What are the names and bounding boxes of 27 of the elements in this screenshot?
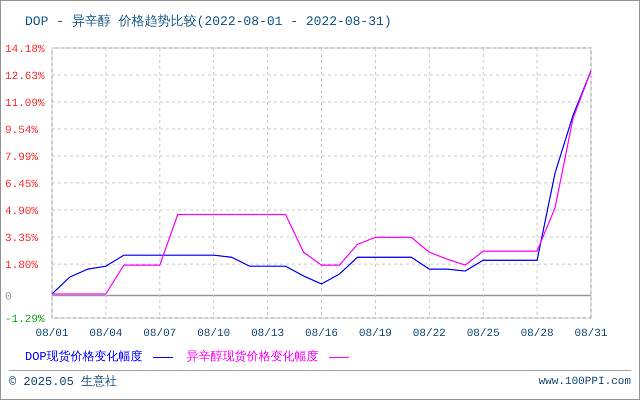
y-axis-label: 12.63% [5,71,45,84]
x-axis-label: 08/10 [197,328,230,340]
x-axis-label: 08/16 [305,328,338,340]
x-axis-label: 08/04 [89,328,122,340]
y-axis-label: 6.45% [5,178,38,191]
y-axis-label: 11.09% [5,98,45,110]
x-axis-label: 08/28 [520,328,554,340]
x-axis-label: 08/31 [574,328,608,340]
y-axis-label: 0 [5,291,12,304]
legend-label: 异辛醇现货价格变化幅度 [186,349,319,366]
x-axis-label: 08/22 [412,328,446,340]
legend-label: DOP现货价格变化幅度 [25,349,143,366]
x-axis-label: 08/25 [466,328,500,340]
chart-title: DOP - 异辛醇 价格趋势比较(2022-08-01 - 2022-08-31) [25,13,392,32]
y-axis-label: 3.35% [5,233,38,246]
copyright-text: © 2025.05 生意社 [9,374,118,391]
x-axis-label: 08/13 [251,328,284,340]
x-axis-label: 08/01 [36,328,68,340]
website-link[interactable]: www.100PPI.com [538,374,631,390]
y-axis-label: 7.99% [5,152,38,164]
y-axis-label: 4.90% [5,206,38,218]
y-axis-label: -1.29% [5,314,45,326]
y-axis-label: 9.54% [5,124,38,137]
x-axis-label: 08/19 [358,328,392,340]
y-axis-label: 14.18% [5,44,45,56]
y-axis-label: 1.80% [5,260,38,272]
x-axis-label: 08/07 [143,328,176,340]
